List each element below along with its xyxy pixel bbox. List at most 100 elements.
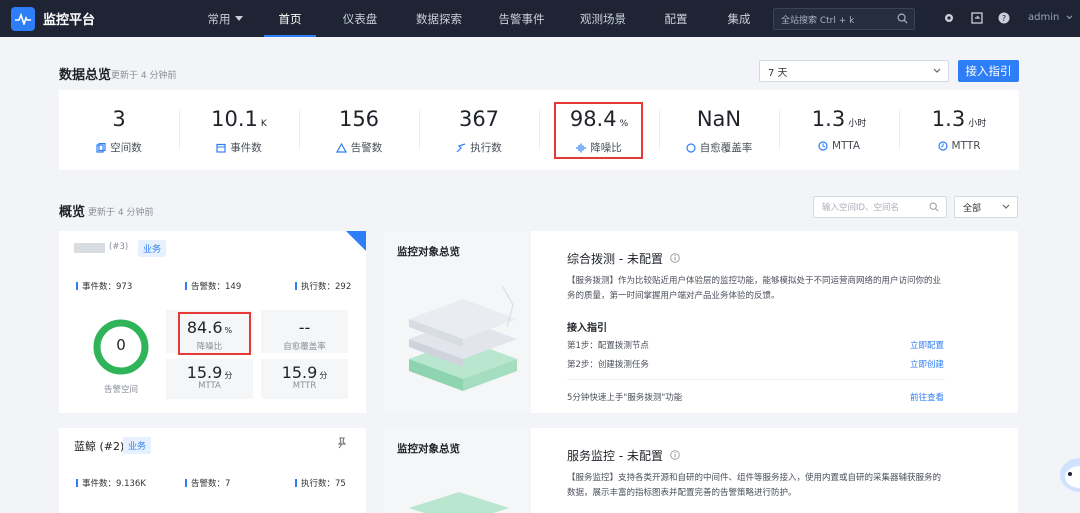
stat-value: 3	[112, 107, 126, 131]
tile-label: 自愈覆盖率	[283, 342, 326, 352]
tile-value: 15.9	[281, 363, 318, 382]
nav-label: 观测场景	[580, 11, 626, 26]
execute-count: 执行数：75	[295, 477, 346, 489]
mtta-tile[interactable]: 15.9 分 MTTA	[166, 359, 253, 399]
space-search-input[interactable]: 输入空间ID、空间名	[813, 196, 947, 218]
stat-mtta[interactable]: 1.3 小时 MTTA	[779, 90, 899, 170]
highlight-box	[554, 102, 643, 159]
nav-item-common[interactable]: 常用	[186, 0, 264, 37]
stat-value: 156	[338, 107, 380, 131]
caret-down-icon	[234, 15, 243, 21]
help-icon[interactable]: ?	[998, 12, 1010, 24]
stat-value: 1.3	[931, 107, 966, 131]
guide-step-1: 第1步：配置拨测节点	[567, 341, 649, 351]
pulse-logo-icon	[11, 6, 35, 31]
nav-item-config[interactable]: 配置	[647, 0, 705, 37]
app-title: 监控平台	[43, 13, 96, 28]
monitor-overview-card: 监控对象总览 综合拨测 - 未配置 【服务拨测】作为比较贴近用户体验层的监控功能…	[383, 231, 1018, 413]
nav-item-data-explore[interactable]: 数据探索	[399, 0, 479, 37]
stat-label: 告警数	[350, 142, 383, 154]
assistant-mascot-icon[interactable]	[1057, 455, 1080, 495]
space-card[interactable]: 蓝鲸 (#2) 业务 事件数：9.136K 告警数：7 执行数：75	[59, 428, 366, 513]
nav-label: 集成	[727, 11, 751, 26]
mtta-icon	[818, 141, 828, 151]
type-filter-select[interactable]: 全部	[954, 196, 1018, 218]
stat-value: NaN	[696, 107, 742, 131]
nav-item-integration[interactable]: 集成	[710, 0, 768, 37]
tile-label: MTTA	[198, 381, 221, 391]
stat-mttr[interactable]: 1.3 小时 MTTR	[899, 90, 1019, 170]
export-icon[interactable]	[971, 12, 983, 24]
gear-icon[interactable]	[943, 12, 955, 24]
user-menu[interactable]: admin	[1028, 12, 1073, 23]
tile-unit: 分	[319, 371, 328, 380]
svg-text:?: ?	[1002, 14, 1006, 23]
nav-label: 配置	[664, 11, 688, 26]
stat-alert-count[interactable]: 156 告警数	[299, 90, 419, 170]
space-tag: 业务	[138, 240, 167, 257]
summary-updated: 更新于 4 分钟前	[111, 71, 177, 81]
nav-item-home[interactable]: 首页	[264, 0, 316, 37]
nav-item-scenes[interactable]: 观测场景	[564, 0, 642, 37]
space-icon	[96, 142, 106, 153]
nav-label: 首页	[278, 11, 302, 26]
search-icon	[929, 202, 939, 212]
stat-space-count[interactable]: 3 空间数	[59, 90, 179, 170]
tile-value: 15.9	[186, 363, 223, 382]
stat-value: 1.3	[811, 107, 846, 131]
global-search-input[interactable]: 全站搜索 Ctrl + k	[773, 8, 915, 30]
space-name: 蓝鲸 (#2)	[74, 440, 125, 453]
stat-label: 空间数	[110, 142, 142, 154]
alert-ring[interactable]: 0	[93, 319, 149, 375]
info-icon[interactable]	[670, 253, 680, 263]
config-title-text: 综合拨测 - 未配置	[567, 252, 663, 266]
event-count: 事件数：9.136K	[76, 477, 146, 489]
event-icon	[216, 143, 226, 153]
stat-execute-count[interactable]: 367 执行数	[419, 90, 539, 170]
quick-start-text: 5分钟快速上手"服务拨测"功能	[567, 393, 683, 403]
configure-now-link[interactable]: 立即配置	[910, 339, 944, 351]
overview-panel-title: 监控对象总览	[397, 246, 460, 258]
ring-value: 0	[116, 336, 126, 354]
summary-stats-card: 3 空间数 10.1 K 事件数 156 告警数 367 执行数 98.4% 降噪…	[59, 90, 1019, 170]
event-count-text: 事件数：9.136K	[82, 479, 146, 489]
overview-title: 概览	[59, 205, 86, 220]
divider	[567, 379, 945, 380]
self-heal-tile[interactable]: -- 自愈覆盖率	[261, 310, 348, 353]
go-view-link[interactable]: 前往查看	[910, 391, 944, 403]
stat-self-heal-coverage[interactable]: NaN 自愈覆盖率	[659, 90, 779, 170]
monitor-overview-card: 监控对象总览 服务监控 - 未配置 【服务监控】支持各类开源和自研的中间件、组件…	[383, 428, 1018, 513]
alert-icon	[335, 142, 347, 153]
user-name: admin	[1028, 12, 1060, 23]
config-title: 服务监控 - 未配置	[567, 447, 680, 464]
create-now-link[interactable]: 立即创建	[910, 358, 944, 370]
stat-event-count[interactable]: 10.1 K 事件数	[179, 90, 299, 170]
space-card[interactable]: (#3) 业务 事件数：973 告警数：149 执行数：292 0 告警空间 8…	[59, 231, 366, 413]
pin-icon[interactable]	[336, 437, 348, 449]
search-placeholder: 输入空间ID、空间名	[822, 203, 900, 213]
stat-unit: 小时	[848, 119, 867, 129]
highlight-box	[178, 312, 251, 355]
nav-item-alert-events[interactable]: 告警事件	[484, 0, 559, 37]
chevron-down-icon	[933, 68, 941, 73]
main-nav: 常用 首页 仪表盘 数据探索 告警事件 观测场景 配置 集成	[186, 0, 768, 37]
alert-count: 告警数：7	[185, 477, 230, 489]
app-logo[interactable]: 监控平台	[11, 6, 186, 31]
search-placeholder: 全站搜索 Ctrl + k	[781, 15, 855, 26]
guide-step-2: 第2步：创建拨测任务	[567, 360, 649, 370]
tile-unit: 分	[224, 371, 233, 380]
nav-item-dashboard[interactable]: 仪表盘	[326, 0, 394, 37]
access-guide-button[interactable]: 接入指引	[958, 60, 1019, 82]
alert-count: 告警数：149	[185, 280, 241, 292]
stat-label: 执行数	[470, 142, 502, 154]
nav-label: 数据探索	[416, 11, 462, 26]
nav-label: 告警事件	[498, 11, 545, 26]
mttr-tile[interactable]: 15.9 分 MTTR	[261, 359, 348, 399]
info-icon[interactable]	[670, 450, 680, 460]
nav-label: 仪表盘	[342, 11, 378, 26]
new-corner-badge	[346, 231, 366, 251]
nav-label: 常用	[207, 11, 231, 26]
config-title: 综合拨测 - 未配置	[567, 250, 680, 267]
time-range-select[interactable]: 7 天	[759, 60, 949, 82]
execute-count-text: 执行数：75	[301, 479, 346, 489]
